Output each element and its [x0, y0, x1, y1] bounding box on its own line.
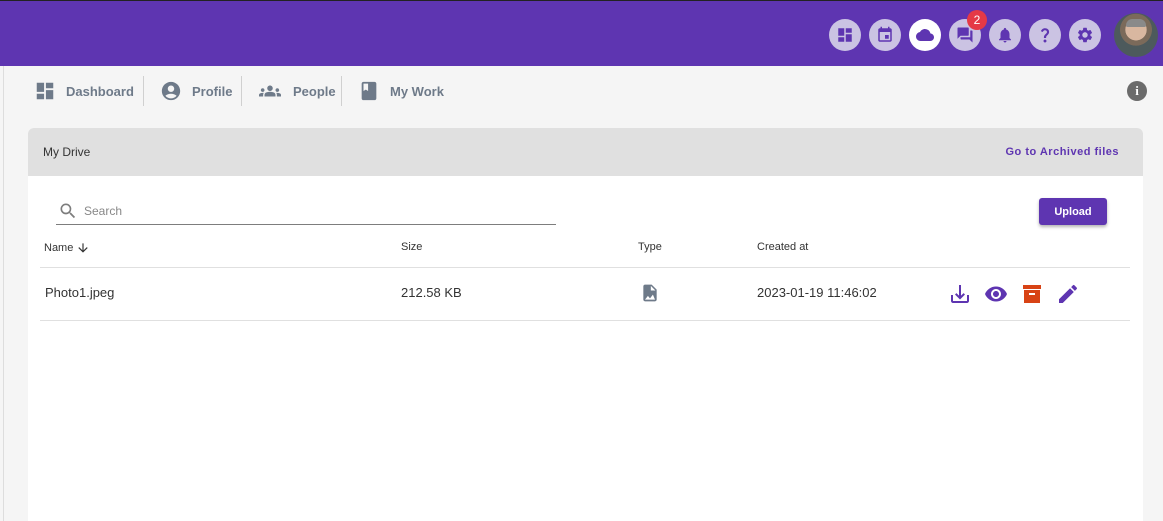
- search-icon: [60, 203, 76, 219]
- nav-divider: [241, 76, 242, 106]
- file-name: Photo1.jpeg: [45, 285, 115, 300]
- nav-people[interactable]: People: [257, 77, 336, 105]
- search-field: [56, 198, 556, 225]
- column-header-created-label: Created at: [757, 241, 809, 253]
- drive-card: My Drive Go to Archived files Upload Nam…: [28, 128, 1143, 521]
- eye-icon[interactable]: [984, 282, 1008, 306]
- gear-icon: [1077, 27, 1093, 43]
- info-icon: i: [1135, 83, 1139, 98]
- drive-card-header: My Drive Go to Archived files: [28, 128, 1143, 176]
- archive-icon[interactable]: [1020, 282, 1044, 306]
- row-actions: [948, 282, 1080, 306]
- drive-button[interactable]: [909, 19, 941, 51]
- search-input[interactable]: [84, 204, 524, 218]
- nav-dashboard-label: Dashboard: [66, 83, 134, 99]
- calendar-icon: [878, 26, 892, 42]
- nav-people-label: People: [293, 83, 336, 99]
- image-file-icon: [643, 284, 657, 302]
- notifications-button[interactable]: [989, 19, 1021, 51]
- drive-title: My Drive: [43, 145, 91, 159]
- nav-profile-label: Profile: [192, 83, 233, 99]
- arrow-down-icon: [78, 243, 89, 253]
- row-divider: [40, 320, 1130, 321]
- settings-button[interactable]: [1069, 19, 1101, 51]
- dashboard-button[interactable]: [829, 19, 861, 51]
- nav-my-work-label: My Work: [390, 83, 444, 99]
- nav-divider: [143, 76, 144, 106]
- help-icon: [1036, 26, 1050, 43]
- nav-divider: [341, 76, 342, 106]
- nav-dashboard[interactable]: Dashboard: [34, 77, 134, 105]
- main-content: My Drive Go to Archived files Upload Nam…: [3, 116, 1163, 521]
- file-size: 212.58 KB: [401, 285, 462, 300]
- bell-icon: [999, 27, 1011, 43]
- nav-profile[interactable]: Profile: [160, 77, 232, 105]
- info-button[interactable]: i: [1127, 81, 1147, 101]
- nav-my-work[interactable]: My Work: [358, 77, 444, 105]
- account-circle-icon: [161, 81, 181, 101]
- column-header-size-label: Size: [401, 241, 423, 253]
- secondary-nav: Dashboard Profile People My Work i: [3, 66, 1163, 116]
- column-header-type-label: Type: [638, 241, 662, 253]
- top-icon-group: 2: [829, 10, 1101, 51]
- header-divider: [40, 267, 1130, 268]
- top-app-bar: 2: [0, 0, 1163, 66]
- column-header-created[interactable]: Created at: [757, 241, 808, 253]
- upload-button[interactable]: Upload: [1039, 198, 1107, 225]
- column-header-type[interactable]: Type: [638, 241, 662, 253]
- people-icon: [259, 85, 281, 97]
- download-icon[interactable]: [948, 282, 972, 306]
- column-header-name[interactable]: Name: [44, 241, 90, 255]
- calendar-button[interactable]: [869, 19, 901, 51]
- pencil-icon[interactable]: [1056, 282, 1080, 306]
- dashboard-icon: [36, 82, 54, 100]
- archived-files-link[interactable]: Go to Archived files: [1005, 146, 1119, 158]
- unread-badge: 2: [967, 10, 987, 30]
- file-created: 2023-01-19 11:46:02: [757, 285, 877, 300]
- dashboard-icon: [838, 28, 852, 42]
- cloud-icon: [916, 29, 934, 41]
- column-header-name-label: Name: [44, 242, 74, 254]
- book-icon: [361, 81, 377, 101]
- messages-button[interactable]: 2: [949, 10, 987, 51]
- column-header-size[interactable]: Size: [401, 241, 422, 253]
- user-avatar[interactable]: [1114, 13, 1158, 57]
- help-button[interactable]: [1029, 19, 1061, 51]
